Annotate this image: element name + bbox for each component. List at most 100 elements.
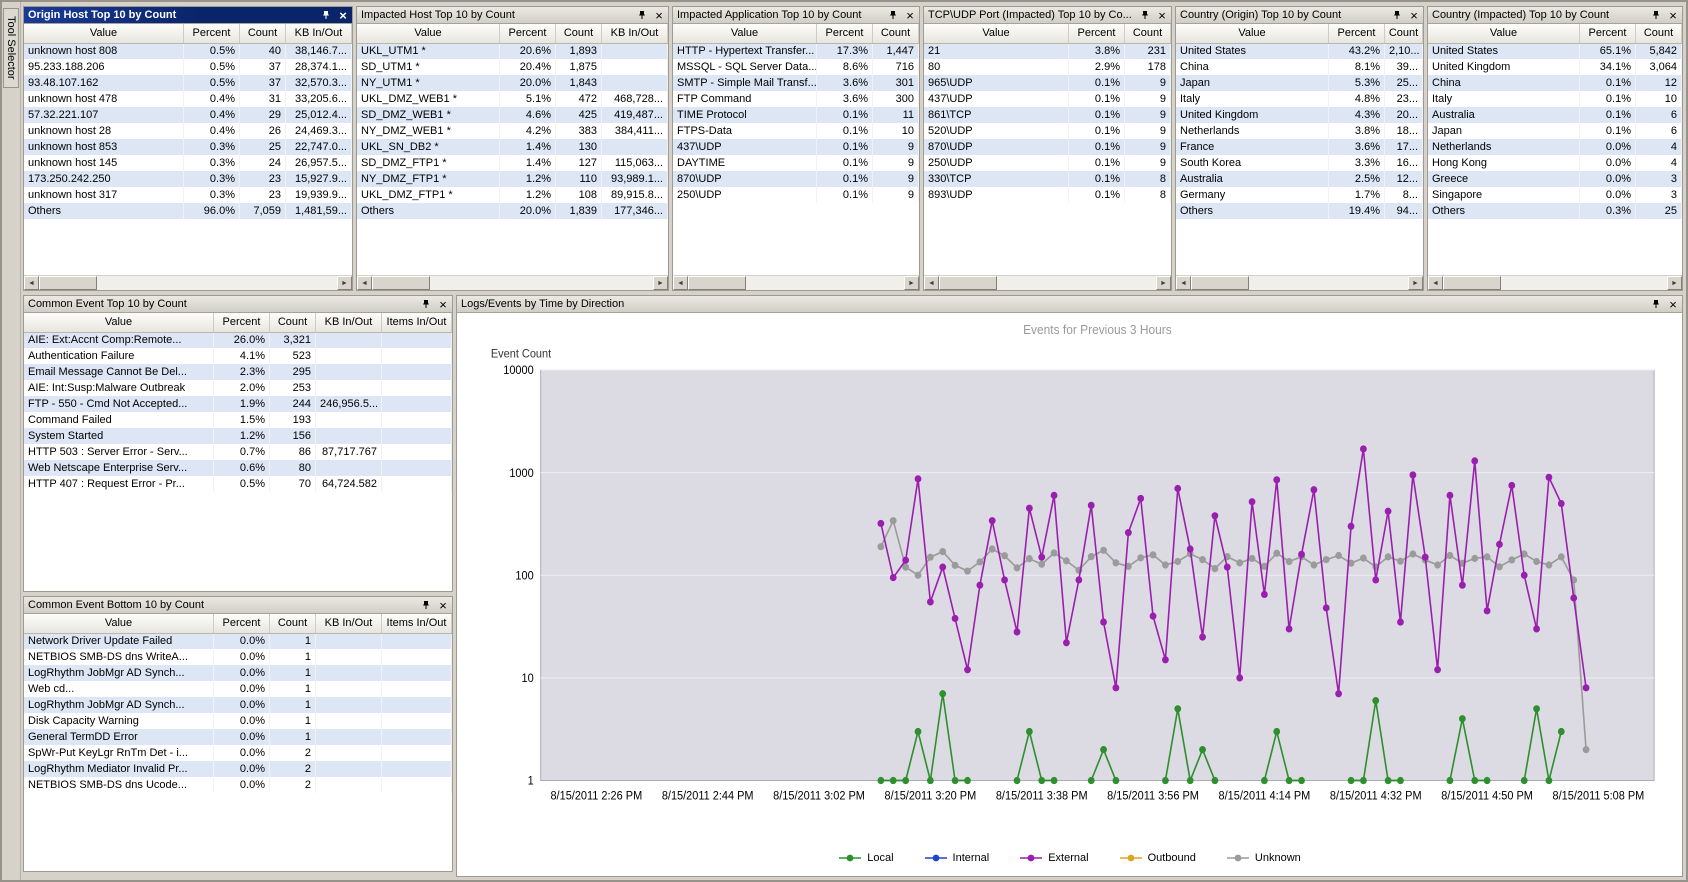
- scroll-thumb[interactable]: [372, 276, 430, 290]
- column-header[interactable]: Count: [556, 24, 602, 43]
- scroll-thumb[interactable]: [1191, 276, 1249, 290]
- table-row[interactable]: 437\UDP0.1%9: [924, 91, 1171, 107]
- horizontal-scrollbar[interactable]: ◄ ►: [24, 275, 352, 290]
- close-icon[interactable]: ×: [1666, 298, 1680, 311]
- table-row[interactable]: SpWr-Put KeyLgr RnTm Det - i...0.0%2: [24, 745, 452, 761]
- table-row[interactable]: Greece0.0%3: [1428, 171, 1682, 187]
- close-icon[interactable]: ×: [1666, 9, 1680, 22]
- scroll-track[interactable]: [39, 276, 337, 290]
- table-row[interactable]: UKL_SN_DB2 *1.4%130: [357, 139, 668, 155]
- pin-icon[interactable]: [1390, 9, 1404, 22]
- horizontal-scrollbar[interactable]: ◄ ►: [357, 275, 668, 290]
- table-row[interactable]: Web Netscape Enterprise Serv...0.6%80: [24, 460, 452, 476]
- table-row[interactable]: 802.9%178: [924, 59, 1171, 75]
- table-row[interactable]: Japan5.3%25...: [1176, 75, 1423, 91]
- table-row[interactable]: 213.8%231: [924, 43, 1171, 59]
- column-header[interactable]: Items In/Out: [382, 313, 452, 332]
- table-row[interactable]: Others19.4%94...: [1176, 203, 1423, 219]
- table-row[interactable]: General TermDD Error0.0%1: [24, 729, 452, 745]
- table-row[interactable]: FTP Command3.6%300: [673, 91, 919, 107]
- horizontal-scrollbar[interactable]: ◄ ►: [673, 275, 919, 290]
- table-row[interactable]: 520\UDP0.1%9: [924, 123, 1171, 139]
- pin-icon[interactable]: [419, 298, 433, 311]
- table-row[interactable]: HTTP - Hypertext Transfer...17.3%1,447: [673, 43, 919, 59]
- close-icon[interactable]: ×: [436, 599, 450, 612]
- table-row[interactable]: 93.48.107.1620.5%3732,570.3...: [24, 75, 352, 91]
- scroll-left-button[interactable]: ◄: [1176, 276, 1191, 290]
- scroll-track[interactable]: [939, 276, 1156, 290]
- scroll-left-button[interactable]: ◄: [357, 276, 372, 290]
- table-row[interactable]: Japan0.1%6: [1428, 123, 1682, 139]
- table-row[interactable]: unknown host 1450.3%2426,957.5...: [24, 155, 352, 171]
- table-row[interactable]: unknown host 280.4%2624,469.3...: [24, 123, 352, 139]
- column-header[interactable]: Percent: [184, 24, 240, 43]
- table-row[interactable]: 250\UDP0.1%9: [924, 155, 1171, 171]
- pin-icon[interactable]: [1649, 9, 1663, 22]
- table-row[interactable]: UKL_DMZ_FTP1 *1.2%10889,915.8...: [357, 187, 668, 203]
- scroll-right-button[interactable]: ►: [1408, 276, 1423, 290]
- table-row[interactable]: NY_DMZ_FTP1 *1.2%11093,989.1...: [357, 171, 668, 187]
- table-row[interactable]: UKL_UTM1 *20.6%1,893: [357, 43, 668, 59]
- scroll-left-button[interactable]: ◄: [924, 276, 939, 290]
- table-row[interactable]: 95.233.188.2060.5%3728,374.1...: [24, 59, 352, 75]
- column-header[interactable]: Value: [24, 313, 214, 332]
- table-row[interactable]: LogRhythm JobMgr AD Synch...0.0%1: [24, 697, 452, 713]
- table-row[interactable]: NY_UTM1 *20.0%1,843: [357, 75, 668, 91]
- table-row[interactable]: HTTP 503 : Server Error - Serv...0.7%868…: [24, 444, 452, 460]
- table-row[interactable]: Australia0.1%6: [1428, 107, 1682, 123]
- close-icon[interactable]: ×: [436, 298, 450, 311]
- column-header[interactable]: Value: [24, 24, 184, 43]
- table-row[interactable]: Network Driver Update Failed0.0%1: [24, 633, 452, 649]
- table-row[interactable]: NETBIOS SMB-DS dns WriteA...0.0%1: [24, 649, 452, 665]
- column-header[interactable]: Percent: [500, 24, 556, 43]
- panel-titlebar[interactable]: Origin Host Top 10 by Count ×: [24, 7, 352, 24]
- scroll-track[interactable]: [1443, 276, 1667, 290]
- table-row[interactable]: 173.250.242.2500.3%2315,927.9...: [24, 171, 352, 187]
- panel-titlebar[interactable]: Country (Origin) Top 10 by Count ×: [1176, 7, 1423, 24]
- scroll-thumb[interactable]: [39, 276, 97, 290]
- pin-icon[interactable]: [419, 599, 433, 612]
- table-row[interactable]: 250\UDP0.1%9: [673, 187, 919, 203]
- scroll-right-button[interactable]: ►: [653, 276, 668, 290]
- pin-icon[interactable]: [1138, 9, 1152, 22]
- column-header[interactable]: Value: [673, 24, 817, 43]
- scroll-right-button[interactable]: ►: [337, 276, 352, 290]
- column-header[interactable]: Percent: [214, 313, 270, 332]
- column-header[interactable]: Percent: [817, 24, 873, 43]
- table-row[interactable]: NETBIOS SMB-DS dns Ucode...0.0%2: [24, 777, 452, 793]
- table-row[interactable]: Email Message Cannot Be Del...2.3%295: [24, 364, 452, 380]
- table-row[interactable]: System Started1.2%156: [24, 428, 452, 444]
- scroll-track[interactable]: [372, 276, 653, 290]
- table-row[interactable]: 437\UDP0.1%9: [673, 139, 919, 155]
- table-row[interactable]: United Kingdom4.3%20...: [1176, 107, 1423, 123]
- table-row[interactable]: 870\UDP0.1%9: [924, 139, 1171, 155]
- table-row[interactable]: Netherlands0.0%4: [1428, 139, 1682, 155]
- column-header[interactable]: KB In/Out: [602, 24, 668, 43]
- panel-titlebar[interactable]: Logs/Events by Time by Direction ×: [457, 296, 1682, 313]
- pin-icon[interactable]: [319, 9, 333, 22]
- column-header[interactable]: KB In/Out: [316, 313, 382, 332]
- table-row[interactable]: United States65.1%5,842: [1428, 43, 1682, 59]
- table-row[interactable]: Netherlands3.8%18...: [1176, 123, 1423, 139]
- table-row[interactable]: Disk Capacity Warning0.0%1: [24, 713, 452, 729]
- column-header[interactable]: Count: [1125, 24, 1171, 43]
- column-header[interactable]: Value: [24, 614, 214, 633]
- scroll-left-button[interactable]: ◄: [1428, 276, 1443, 290]
- table-row[interactable]: HTTP 407 : Request Error - Pr...0.5%7064…: [24, 476, 452, 492]
- table-row[interactable]: AIE: Ext:Accnt Comp:Remote...26.0%3,321: [24, 332, 452, 348]
- close-icon[interactable]: ×: [903, 9, 917, 22]
- table-row[interactable]: SD_UTM1 *20.4%1,875: [357, 59, 668, 75]
- horizontal-scrollbar[interactable]: ◄ ►: [924, 275, 1171, 290]
- table-row[interactable]: unknown host 4780.4%3133,205.6...: [24, 91, 352, 107]
- scroll-right-button[interactable]: ►: [904, 276, 919, 290]
- scroll-left-button[interactable]: ◄: [673, 276, 688, 290]
- column-header[interactable]: Value: [357, 24, 500, 43]
- table-row[interactable]: France3.6%17...: [1176, 139, 1423, 155]
- column-header[interactable]: Value: [924, 24, 1069, 43]
- table-row[interactable]: Others20.0%1,839177,346...: [357, 203, 668, 219]
- close-icon[interactable]: ×: [1155, 9, 1169, 22]
- panel-titlebar[interactable]: TCP\UDP Port (Impacted) Top 10 by Co... …: [924, 7, 1171, 24]
- scroll-thumb[interactable]: [688, 276, 746, 290]
- column-header[interactable]: KB In/Out: [286, 24, 352, 43]
- table-row[interactable]: FTPS-Data0.1%10: [673, 123, 919, 139]
